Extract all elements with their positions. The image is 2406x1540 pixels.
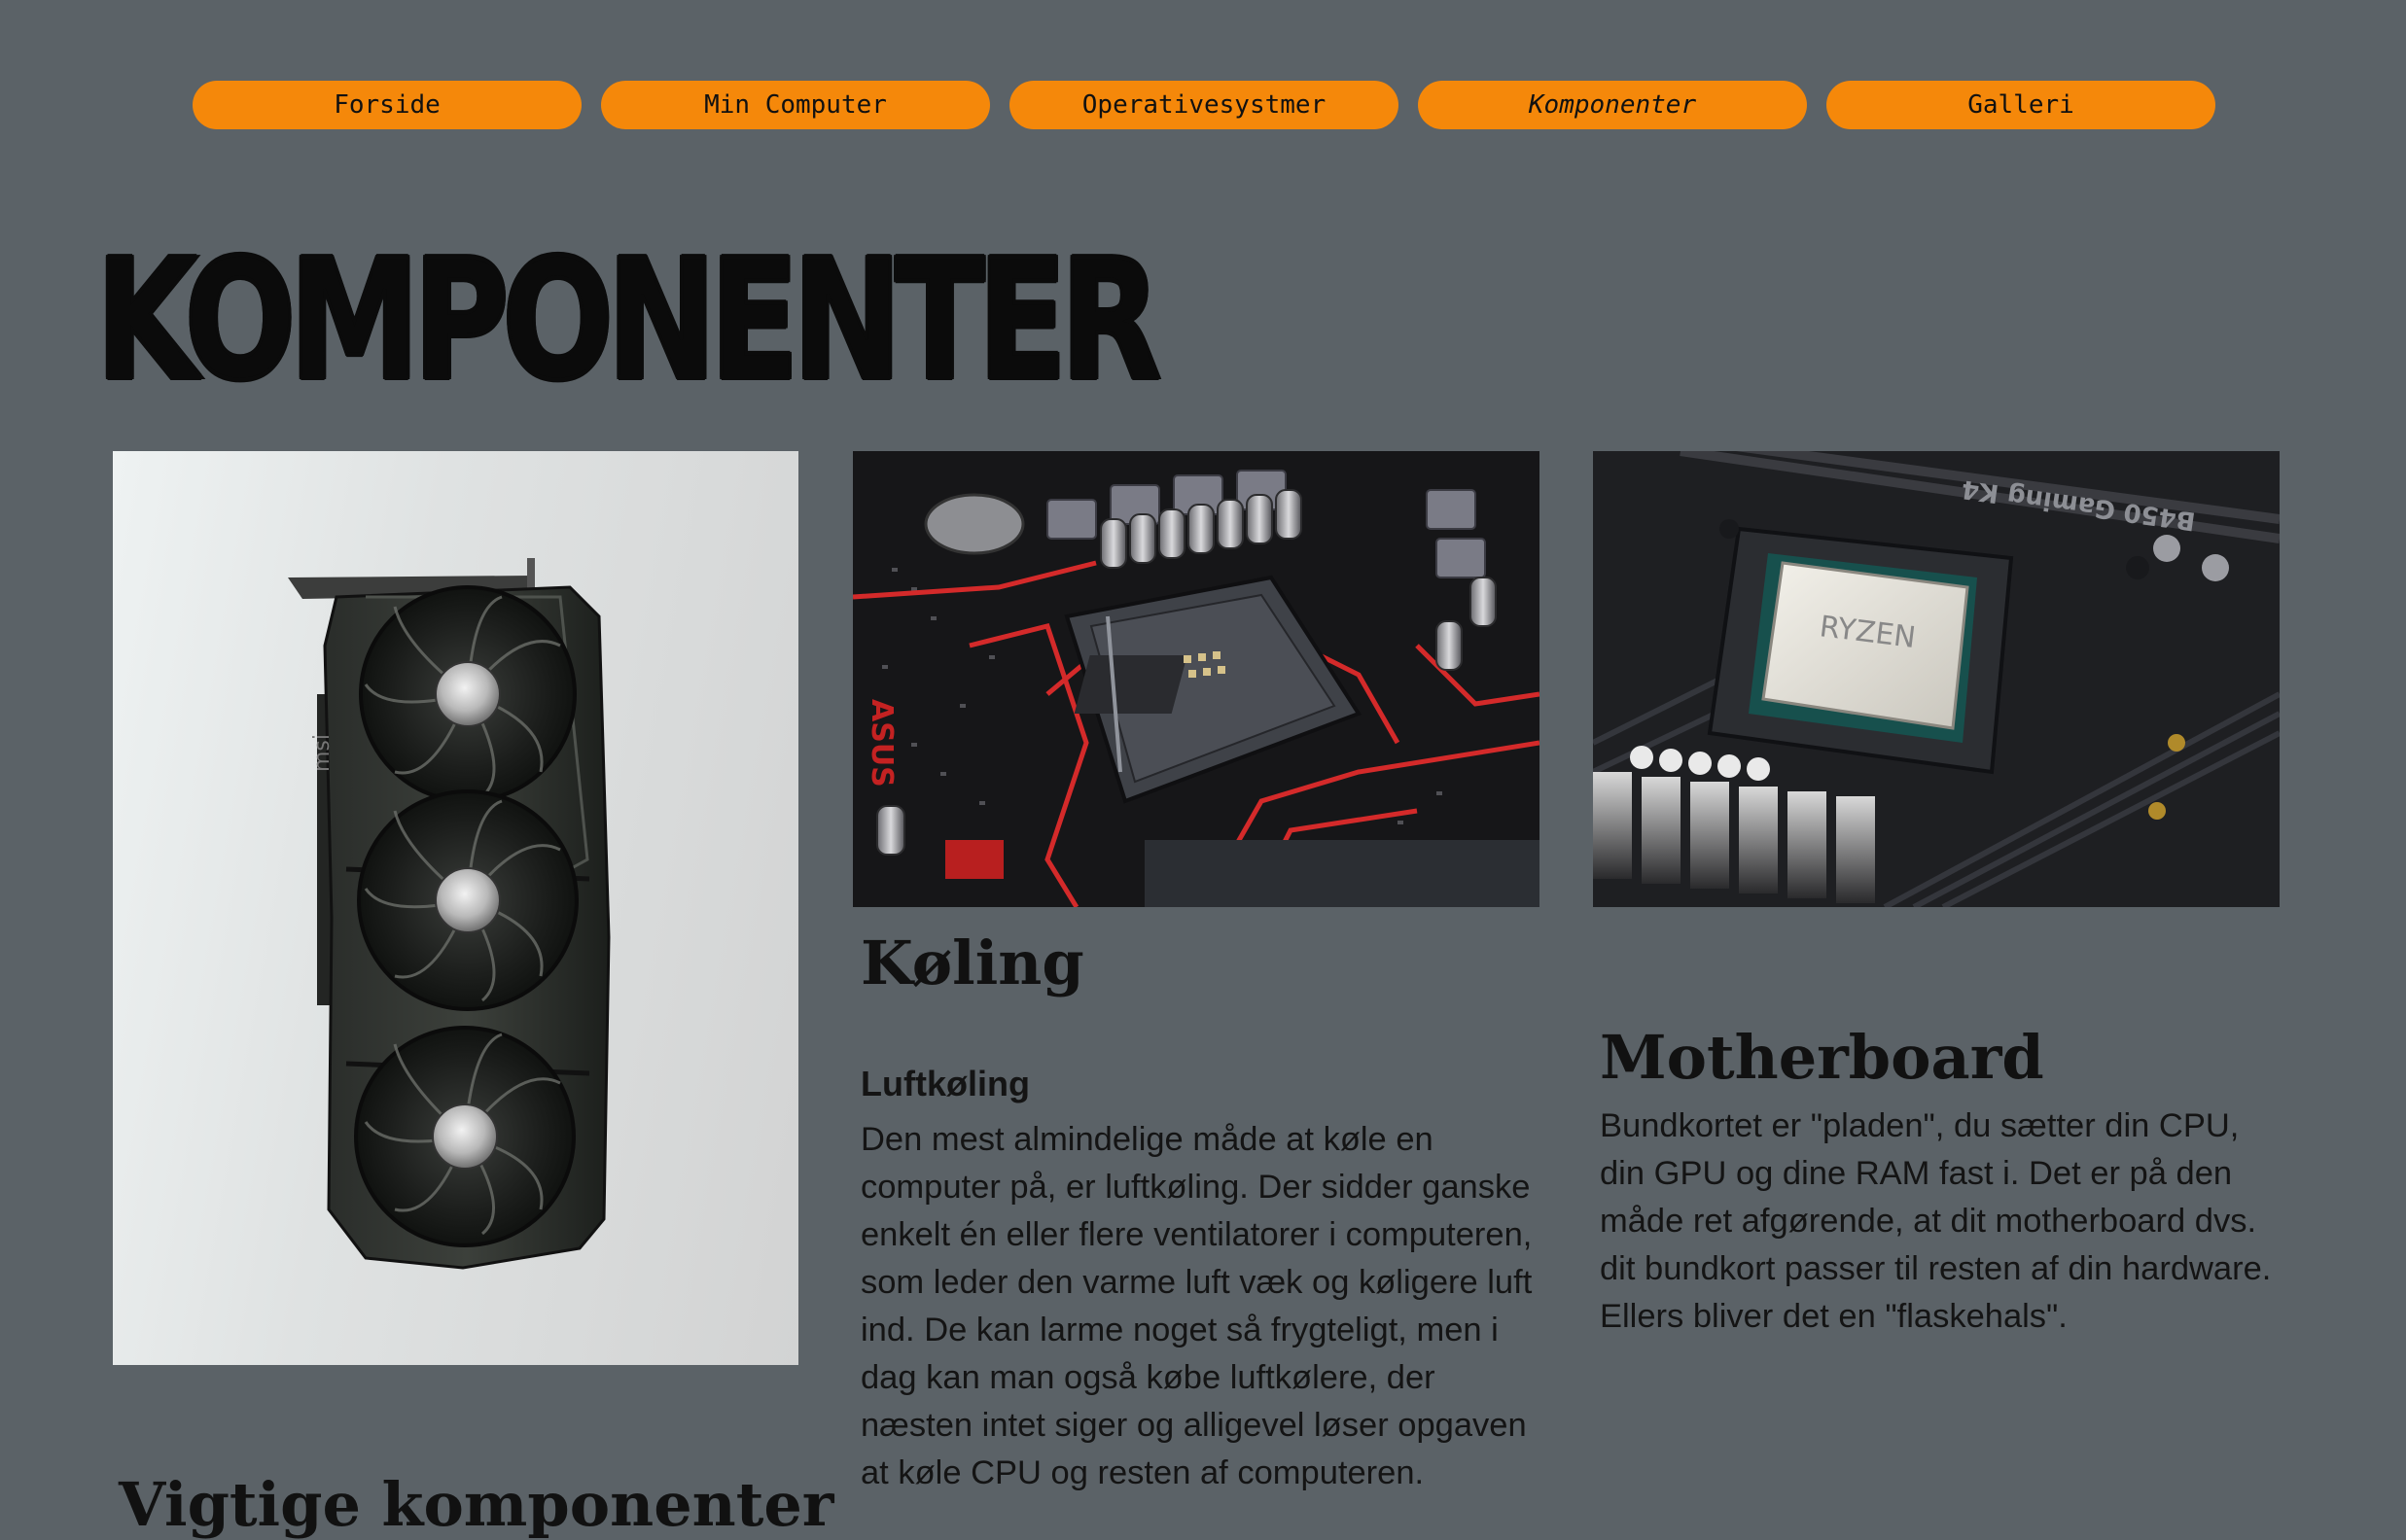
main-nav: Forside Min Computer Operativesystmer Ko… — [193, 81, 2215, 131]
nav-operativesystmer-button[interactable]: Operativesystmer — [1009, 81, 1398, 129]
important-components-heading: Vigtige komponenter — [119, 1469, 834, 1540]
motherboard-heading: Motherboard — [1600, 1022, 2044, 1093]
air-cooling-subheading: Luftkøling — [861, 1064, 1030, 1103]
cooling-heading: Køling — [861, 928, 1084, 998]
nav-min-computer-button[interactable]: Min Computer — [601, 81, 990, 129]
motherboard-image: RYZEN B450 Gaming K4 — [1593, 451, 2280, 907]
cpu-socket-image: ASUS — [853, 451, 1539, 907]
graphics-card-image: msi — [113, 451, 798, 1365]
svg-text:ASUS: ASUS — [865, 699, 899, 788]
nav-galleri-button[interactable]: Galleri — [1826, 81, 2215, 129]
nav-forside-button[interactable]: Forside — [193, 81, 582, 129]
nav-komponenter-button[interactable]: Komponenter — [1418, 81, 1807, 129]
motherboard-description: Bundkortet er "pladen", du sætter din CP… — [1600, 1107, 2272, 1335]
page-title: KOMPONENTER — [93, 225, 1163, 417]
cooling-description: Den mest almindelige måde at køle en com… — [861, 1121, 1533, 1491]
svg-text:msi: msi — [310, 734, 335, 772]
